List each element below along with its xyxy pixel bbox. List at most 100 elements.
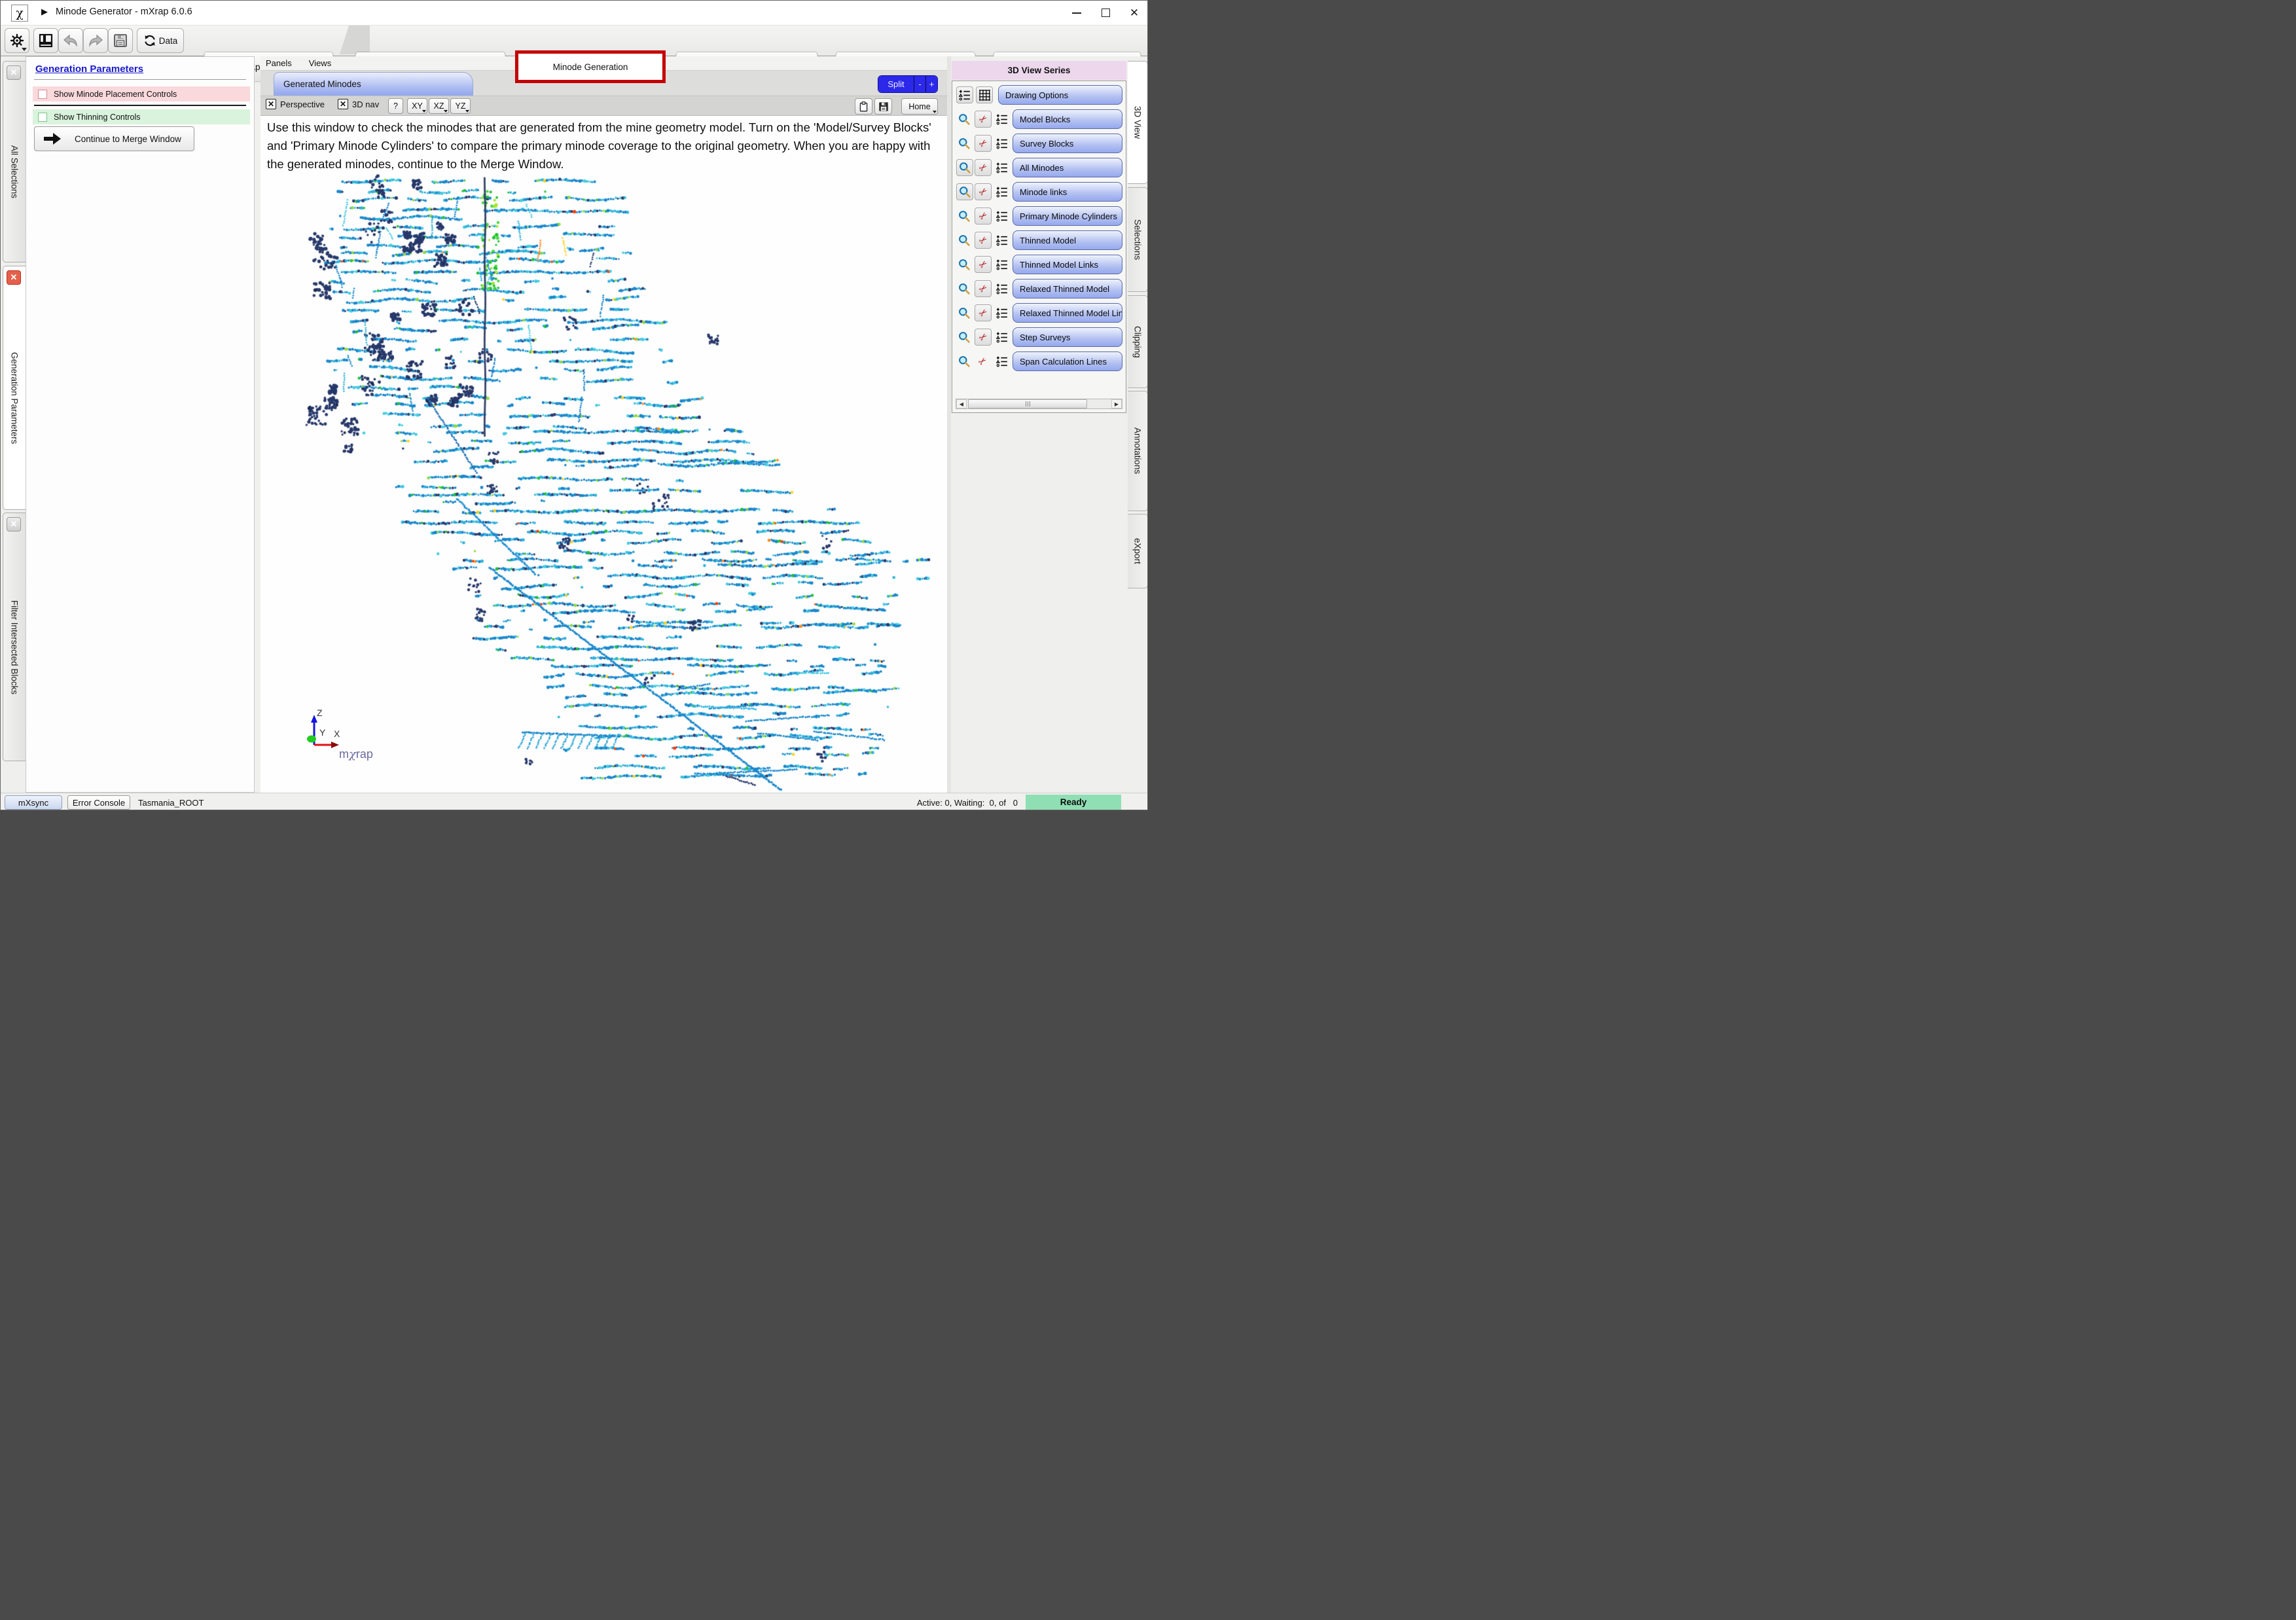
series-settings-button[interactable] (994, 160, 1010, 175)
clip-button[interactable]: ✂ (975, 111, 992, 128)
right-tab-3d-view[interactable]: 3D View (1128, 61, 1148, 184)
checkbox-unchecked[interactable] (38, 113, 47, 122)
zoom-button[interactable] (956, 281, 972, 297)
clip-button[interactable]: ✂ (975, 207, 992, 225)
clipboard-button[interactable] (855, 98, 872, 115)
menu-panels[interactable]: Panels (266, 58, 292, 68)
grid-button[interactable] (976, 86, 993, 103)
series-toggle-button[interactable]: Span Calculation Lines (1013, 351, 1122, 371)
zoom-button[interactable] (956, 232, 972, 248)
series-settings-button[interactable] (994, 208, 1010, 224)
series-toggle-button[interactable]: Drawing Options (998, 85, 1122, 105)
3d-nav-toggle[interactable]: ✕ 3D nav (338, 99, 379, 109)
close-tab-icon[interactable]: ✕ (7, 270, 21, 285)
series-toggle-button[interactable]: Primary Minode Cylinders (1013, 206, 1122, 226)
series-toggle-button[interactable]: Survey Blocks (1013, 134, 1122, 153)
split-button[interactable]: Split (878, 76, 914, 92)
right-tab-selections[interactable]: Selections (1128, 187, 1148, 292)
series-settings-button[interactable] (994, 305, 1010, 321)
clip-button[interactable]: ✂ (975, 329, 992, 346)
save-view-button[interactable] (874, 98, 892, 115)
data-refresh-button[interactable]: Data (137, 28, 184, 53)
right-tab-clipping[interactable]: Clipping (1128, 295, 1148, 388)
undo-button[interactable] (58, 28, 83, 53)
home-button[interactable]: Home (901, 98, 938, 115)
checkbox-checked[interactable]: ✕ (266, 99, 276, 109)
series-toggle-button[interactable]: Relaxed Thinned Model (1013, 279, 1122, 298)
layout-button[interactable] (33, 28, 58, 53)
series-settings-button[interactable] (994, 281, 1010, 297)
scroll-thumb[interactable] (968, 399, 1087, 408)
clip-series-icon: ✂ (975, 354, 989, 369)
split-minus-button[interactable]: - (914, 76, 925, 92)
clip-button[interactable]: ✂ (975, 280, 992, 297)
clip-button[interactable]: ✂ (975, 232, 992, 249)
3d-view-area[interactable]: Use this window to check the minodes tha… (260, 115, 947, 793)
clip-button[interactable]: ✂ (975, 159, 992, 176)
split-plus-button[interactable]: + (925, 76, 937, 92)
series-settings-button[interactable] (994, 353, 1010, 369)
perspective-toggle[interactable]: ✕ Perspective (266, 99, 325, 109)
zoom-button[interactable] (956, 159, 973, 176)
error-console-button[interactable]: Error Console (67, 795, 130, 810)
menu-views[interactable]: Views (309, 58, 331, 68)
continue-to-merge-window-button[interactable]: Continue to Merge Window (34, 126, 194, 151)
settings-button[interactable] (5, 28, 29, 53)
close-tab-icon[interactable]: ✕ (7, 517, 21, 531)
view-xz-button[interactable]: XZ (429, 98, 449, 114)
series-settings-button[interactable] (994, 232, 1010, 248)
right-tab-annotations[interactable]: Annotations (1128, 391, 1148, 511)
zoom-button[interactable] (956, 111, 972, 127)
zoom-button[interactable] (956, 183, 973, 200)
clip-button[interactable]: ✂ (975, 183, 992, 200)
save-button[interactable] (108, 28, 133, 53)
close-tab-icon[interactable]: ✕ (7, 65, 21, 80)
clip-button[interactable]: ✂ (975, 135, 992, 152)
zoom-button[interactable] (956, 135, 972, 151)
series-toggle-button[interactable]: Thinned Model Links (1013, 255, 1122, 274)
redo-button[interactable] (83, 28, 108, 53)
tab-minode-generation-highlighted[interactable]: Minode Generation (515, 50, 666, 83)
help-button[interactable]: ? (388, 98, 403, 114)
panel-title-link[interactable]: Generation Parameters (35, 63, 143, 75)
checkbox-unchecked[interactable] (38, 90, 47, 99)
view-xy-button[interactable]: XY (407, 98, 427, 114)
scroll-right-arrow[interactable]: ▶ (1111, 399, 1122, 408)
series-toggle-button[interactable]: Model Blocks (1013, 109, 1122, 129)
series-settings-button[interactable] (994, 257, 1010, 272)
right-tab-export[interactable]: eXport (1128, 514, 1148, 588)
series-toggle-button[interactable]: All Minodes (1013, 158, 1122, 177)
zoom-button[interactable] (956, 353, 972, 369)
series-horizontal-scrollbar[interactable]: ◀ ▶ (956, 399, 1122, 409)
show-minode-placement-toggle[interactable]: Show Minode Placement Controls (33, 86, 250, 101)
zoom-button[interactable] (956, 257, 972, 272)
series-settings-button[interactable] (994, 111, 1010, 127)
series-toggle-button[interactable]: Relaxed Thinned Model Links (1013, 303, 1122, 323)
zoom-button[interactable] (956, 208, 972, 224)
close-button[interactable]: ✕ (1120, 1, 1148, 25)
series-toggle-button[interactable]: Minode links (1013, 182, 1122, 202)
series-settings-button[interactable] (994, 135, 1010, 151)
series-settings-button[interactable] (994, 329, 1010, 345)
mxsync-button[interactable]: mXsync (5, 795, 62, 810)
clip-button[interactable]: ✂ (975, 304, 992, 321)
clip-button[interactable]: ✂ (975, 353, 990, 369)
show-thinning-toggle[interactable]: Show Thinning Controls (33, 109, 250, 124)
left-tab-filter-intersected-blocks[interactable]: ✕Filter Intersected Blocks (3, 513, 26, 761)
clip-button[interactable]: ✂ (975, 256, 992, 273)
checkbox-checked[interactable]: ✕ (338, 99, 348, 109)
left-tab-all-selections[interactable]: ✕All Selections (3, 61, 26, 262)
left-tab-generation-parameters[interactable]: ✕Generation Parameters (3, 266, 26, 510)
zoom-button[interactable] (956, 329, 972, 345)
view-yz-button[interactable]: YZ (450, 98, 471, 114)
series-settings-button[interactable] (956, 86, 973, 103)
zoom-button[interactable] (956, 305, 972, 321)
scroll-left-arrow[interactable]: ◀ (956, 399, 967, 408)
minode-point-cloud[interactable] (260, 116, 947, 793)
maximize-button[interactable] (1091, 1, 1120, 25)
minimize-button[interactable] (1062, 1, 1091, 25)
series-toggle-button[interactable]: Step Surveys (1013, 327, 1122, 347)
tab-generated-minodes[interactable]: Generated Minodes (274, 72, 473, 96)
series-toggle-button[interactable]: Thinned Model (1013, 230, 1122, 250)
series-settings-button[interactable] (994, 184, 1010, 200)
